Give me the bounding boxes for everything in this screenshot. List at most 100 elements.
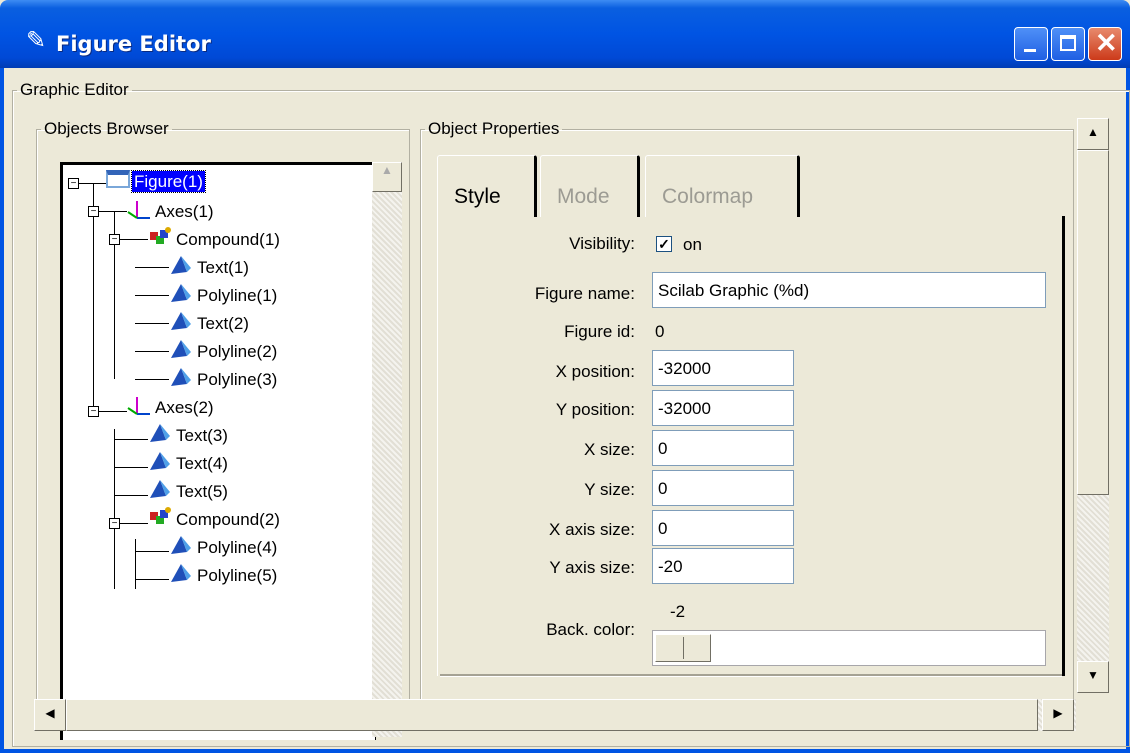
tree-item[interactable]: Axes(1): [127, 198, 216, 222]
tree-item-label: Axes(2): [155, 397, 214, 417]
compound-icon: [148, 226, 174, 253]
pyramid-icon: [148, 478, 174, 505]
down-arrow-icon: ▼: [1087, 668, 1099, 682]
close-icon: ✕: [1095, 28, 1118, 58]
maximize-button[interactable]: [1051, 27, 1085, 61]
tree-item-label: Compound(1): [176, 229, 280, 249]
tree-line: [135, 539, 136, 589]
properties-scroll-up-button[interactable]: ▲: [1077, 118, 1109, 150]
tree-line: [135, 579, 169, 580]
objects-browser-legend: Objects Browser: [44, 119, 169, 138]
feather-icon: ✎: [26, 27, 47, 54]
tree-item[interactable]: Compound(2): [148, 506, 282, 530]
figure-name-field[interactable]: Scilab Graphic (%d): [652, 272, 1046, 308]
graphic-editor-legend: Graphic Editor: [20, 80, 129, 99]
tree-item[interactable]: Text(5): [148, 478, 230, 502]
compound-icon: [148, 506, 174, 533]
y-position-label: Y position:: [555, 400, 635, 419]
tree-item[interactable]: Polyline(3): [169, 366, 279, 390]
tree-item[interactable]: Polyline(4): [169, 534, 279, 558]
tree-item[interactable]: Text(2): [169, 310, 251, 334]
properties-scroll-down-button[interactable]: ▼: [1077, 661, 1109, 693]
tree-item[interactable]: Compound(1): [148, 226, 282, 250]
tree-line: [135, 379, 169, 380]
tree-item-label: Polyline(2): [197, 341, 278, 361]
properties-separator: [440, 674, 1062, 677]
tree-item-label: Text(2): [197, 313, 249, 333]
window-title: Figure Editor: [56, 32, 211, 56]
y-axis-size-field[interactable]: -20: [652, 548, 794, 584]
tree-item-label: Figure(1): [131, 169, 206, 193]
back-color-label-wrap: Back. color:: [437, 620, 635, 646]
y-size-label: Y size:: [584, 480, 635, 499]
tree-line: [114, 439, 148, 440]
tree-line: [135, 267, 169, 268]
tree-item-label: Compound(2): [176, 509, 280, 529]
right-arrow-icon: ▶: [1053, 706, 1063, 720]
up-arrow-icon: ▲: [381, 163, 393, 177]
tree-item[interactable]: Text(1): [169, 254, 251, 278]
back-color-slider-thumb[interactable]: [655, 634, 711, 662]
collapse-toggle[interactable]: −: [88, 206, 99, 217]
back-color-label: Back. color:: [546, 620, 635, 639]
tree-line: [93, 183, 94, 413]
back-color-value: -2: [670, 602, 686, 621]
scroll-left-button[interactable]: ◀: [34, 699, 66, 731]
minimize-icon: [1024, 49, 1036, 52]
y-size-field[interactable]: 0: [652, 470, 794, 506]
back-color-slider[interactable]: [652, 630, 1046, 666]
scroll-right-button[interactable]: ▶: [1042, 699, 1074, 731]
left-arrow-icon: ◀: [45, 706, 55, 720]
pyramid-icon: [148, 450, 174, 477]
x-position-label: X position:: [555, 362, 635, 381]
pyramid-icon: [169, 534, 195, 561]
visibility-checkbox[interactable]: ✓: [656, 236, 672, 252]
tree-scroll-up-button[interactable]: ▲: [372, 162, 402, 192]
tree-item[interactable]: Axes(2): [127, 394, 216, 418]
x-axis-size-field[interactable]: 0: [652, 510, 794, 546]
tab-mode[interactable]: Mode: [540, 155, 640, 217]
collapse-toggle[interactable]: −: [109, 518, 120, 529]
tree-vertical-scrollbar[interactable]: [372, 162, 402, 737]
x-position-field[interactable]: -32000: [652, 350, 794, 386]
close-button[interactable]: ✕: [1088, 27, 1122, 61]
tab-style[interactable]: Style: [437, 155, 537, 217]
figure-id-label: Figure id:: [564, 322, 635, 341]
pyramid-icon: [169, 562, 195, 589]
figure-name-label-wrap: Figure name:: [437, 284, 635, 310]
checkmark-icon: ✓: [658, 236, 670, 252]
tree-item[interactable]: Polyline(5): [169, 562, 279, 586]
collapse-toggle[interactable]: −: [68, 178, 79, 189]
tree-item-label: Axes(1): [155, 201, 214, 221]
x-size-field[interactable]: 0: [652, 430, 794, 466]
properties-scroll-thumb[interactable]: [1077, 150, 1109, 495]
collapse-toggle[interactable]: −: [109, 234, 120, 245]
axes-icon: [127, 394, 153, 421]
tree-item-label: Polyline(1): [197, 285, 278, 305]
tree-item-label: Text(3): [176, 425, 228, 445]
thumb-divider: [683, 637, 684, 659]
tree-line: [135, 295, 169, 296]
tree-line: [135, 551, 169, 552]
visibility-value: on: [683, 235, 702, 254]
tree-item-label: Text(5): [176, 481, 228, 501]
tree-line: [114, 495, 148, 496]
tab-colormap[interactable]: Colormap: [645, 155, 800, 217]
collapse-toggle[interactable]: −: [88, 406, 99, 417]
tree-item-label: Text(4): [176, 453, 228, 473]
minimize-button[interactable]: [1014, 27, 1048, 61]
tree-item[interactable]: Text(3): [148, 422, 230, 446]
tree-item[interactable]: Polyline(1): [169, 282, 279, 306]
x-size-label: X size:: [583, 440, 635, 459]
visibility-label: Visibility:: [569, 234, 635, 253]
pyramid-icon: [169, 366, 195, 393]
tree-line: [114, 429, 115, 589]
pyramid-icon: [169, 282, 195, 309]
tree-item[interactable]: Text(4): [148, 450, 230, 474]
axes-icon: [127, 198, 153, 225]
y-axis-size-label: Y axis size:: [549, 558, 635, 577]
tree-item[interactable]: Figure(1): [106, 169, 206, 194]
y-position-field[interactable]: -32000: [652, 390, 794, 426]
tree-item[interactable]: Polyline(2): [169, 338, 279, 362]
horizontal-scroll-thumb[interactable]: [66, 699, 1038, 731]
